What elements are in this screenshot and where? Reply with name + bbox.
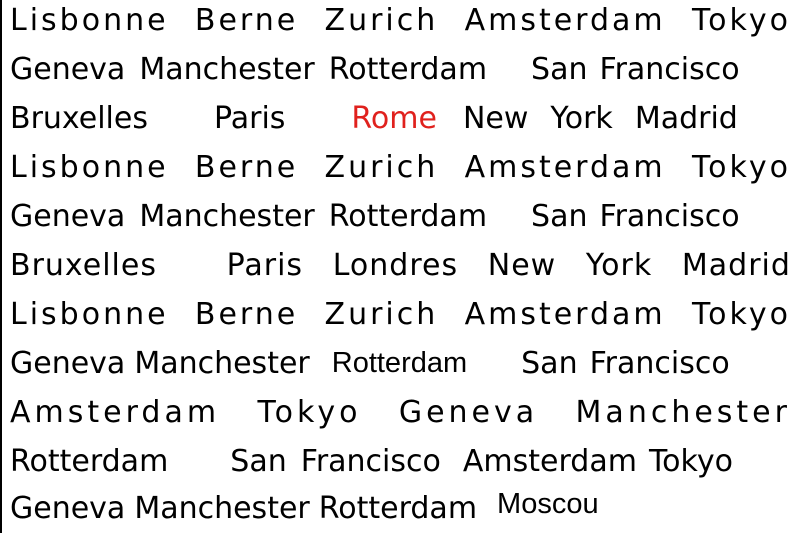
word: Geneva [10,199,126,234]
text-frame: Lisbonne Berne Zurich Amsterdam Tokyo Ge… [0,0,802,533]
text-line-8: Geneva Manchester Rotterdam San Francisc… [10,339,791,388]
word: Manchester [575,395,791,430]
word: York [550,101,613,136]
word: Geneva [10,346,126,381]
word: Tokyo [648,444,733,479]
word: Bruxelles [10,248,157,283]
word: Tokyo [257,395,362,430]
word: Tokyo [691,3,791,38]
word: Rotterdam [331,347,468,379]
text-line-9: Amsterdam Tokyo Geneva Manchester [10,388,791,437]
word: Lisbonne [10,297,169,332]
word: Tokyo [691,150,791,185]
text-line-5: Geneva Manchester Rotterdam San Francisc… [10,192,791,241]
word: Manchester [134,346,310,381]
word: Berne [194,297,299,332]
word: Rotterdam [318,491,478,526]
word: San [531,52,588,87]
text-line-2: Geneva Manchester Rotterdam San Francisc… [10,45,791,94]
word: Moscou [497,488,599,520]
word: Lisbonne [10,150,169,185]
word: Francisco [599,52,740,87]
word: Rotterdam [328,199,488,234]
word: Madrid [634,101,738,136]
word: Amsterdam [462,444,637,479]
word: Rotterdam [328,52,488,87]
word: Geneva [398,395,539,430]
word: Paris [226,248,304,283]
word: Geneva [10,52,126,87]
text-line-7: Lisbonne Berne Zurich Amsterdam Tokyo [10,290,791,339]
word: Amsterdam [464,297,666,332]
text-line-6: Bruxelles Paris Londres New York Madrid [10,241,791,290]
word: Manchester [139,199,315,234]
word: Berne [194,150,299,185]
word: Londres [332,248,459,283]
word: San [531,199,588,234]
word: Manchester [139,52,315,87]
word: Tokyo [691,297,791,332]
word: Rotterdam [10,444,169,479]
text-line-3: Bruxelles Paris Rome New York Madrid [10,94,791,143]
word: Manchester [134,491,310,526]
word: Zurich [324,150,439,185]
word: Paris [213,101,286,136]
word: Berne [194,3,299,38]
word: Zurich [324,3,439,38]
word: Madrid [681,248,791,283]
word: Amsterdam [464,150,666,185]
word: Zurich [324,297,439,332]
word: New [462,101,529,136]
word: Bruxelles [10,101,148,136]
word: Lisbonne [10,3,169,38]
word: San [521,346,578,381]
word: York [585,248,653,283]
text-line-4: Lisbonne Berne Zurich Amsterdam Tokyo [10,143,791,192]
text-line-11: Geneva Manchester Rotterdam Moscou [10,484,791,533]
word: Francisco [589,346,730,381]
highlighted-word: Rome [351,101,437,136]
word: Francisco [300,444,441,479]
word: Geneva [10,491,126,526]
word: San [230,444,287,479]
text-line-10: Rotterdam San Francisco Amsterdam Tokyo [10,437,791,486]
word: Francisco [599,199,740,234]
word: Amsterdam [464,3,666,38]
word: New [487,248,557,283]
text-line-1: Lisbonne Berne Zurich Amsterdam Tokyo [10,0,791,45]
word: Amsterdam [10,395,221,430]
